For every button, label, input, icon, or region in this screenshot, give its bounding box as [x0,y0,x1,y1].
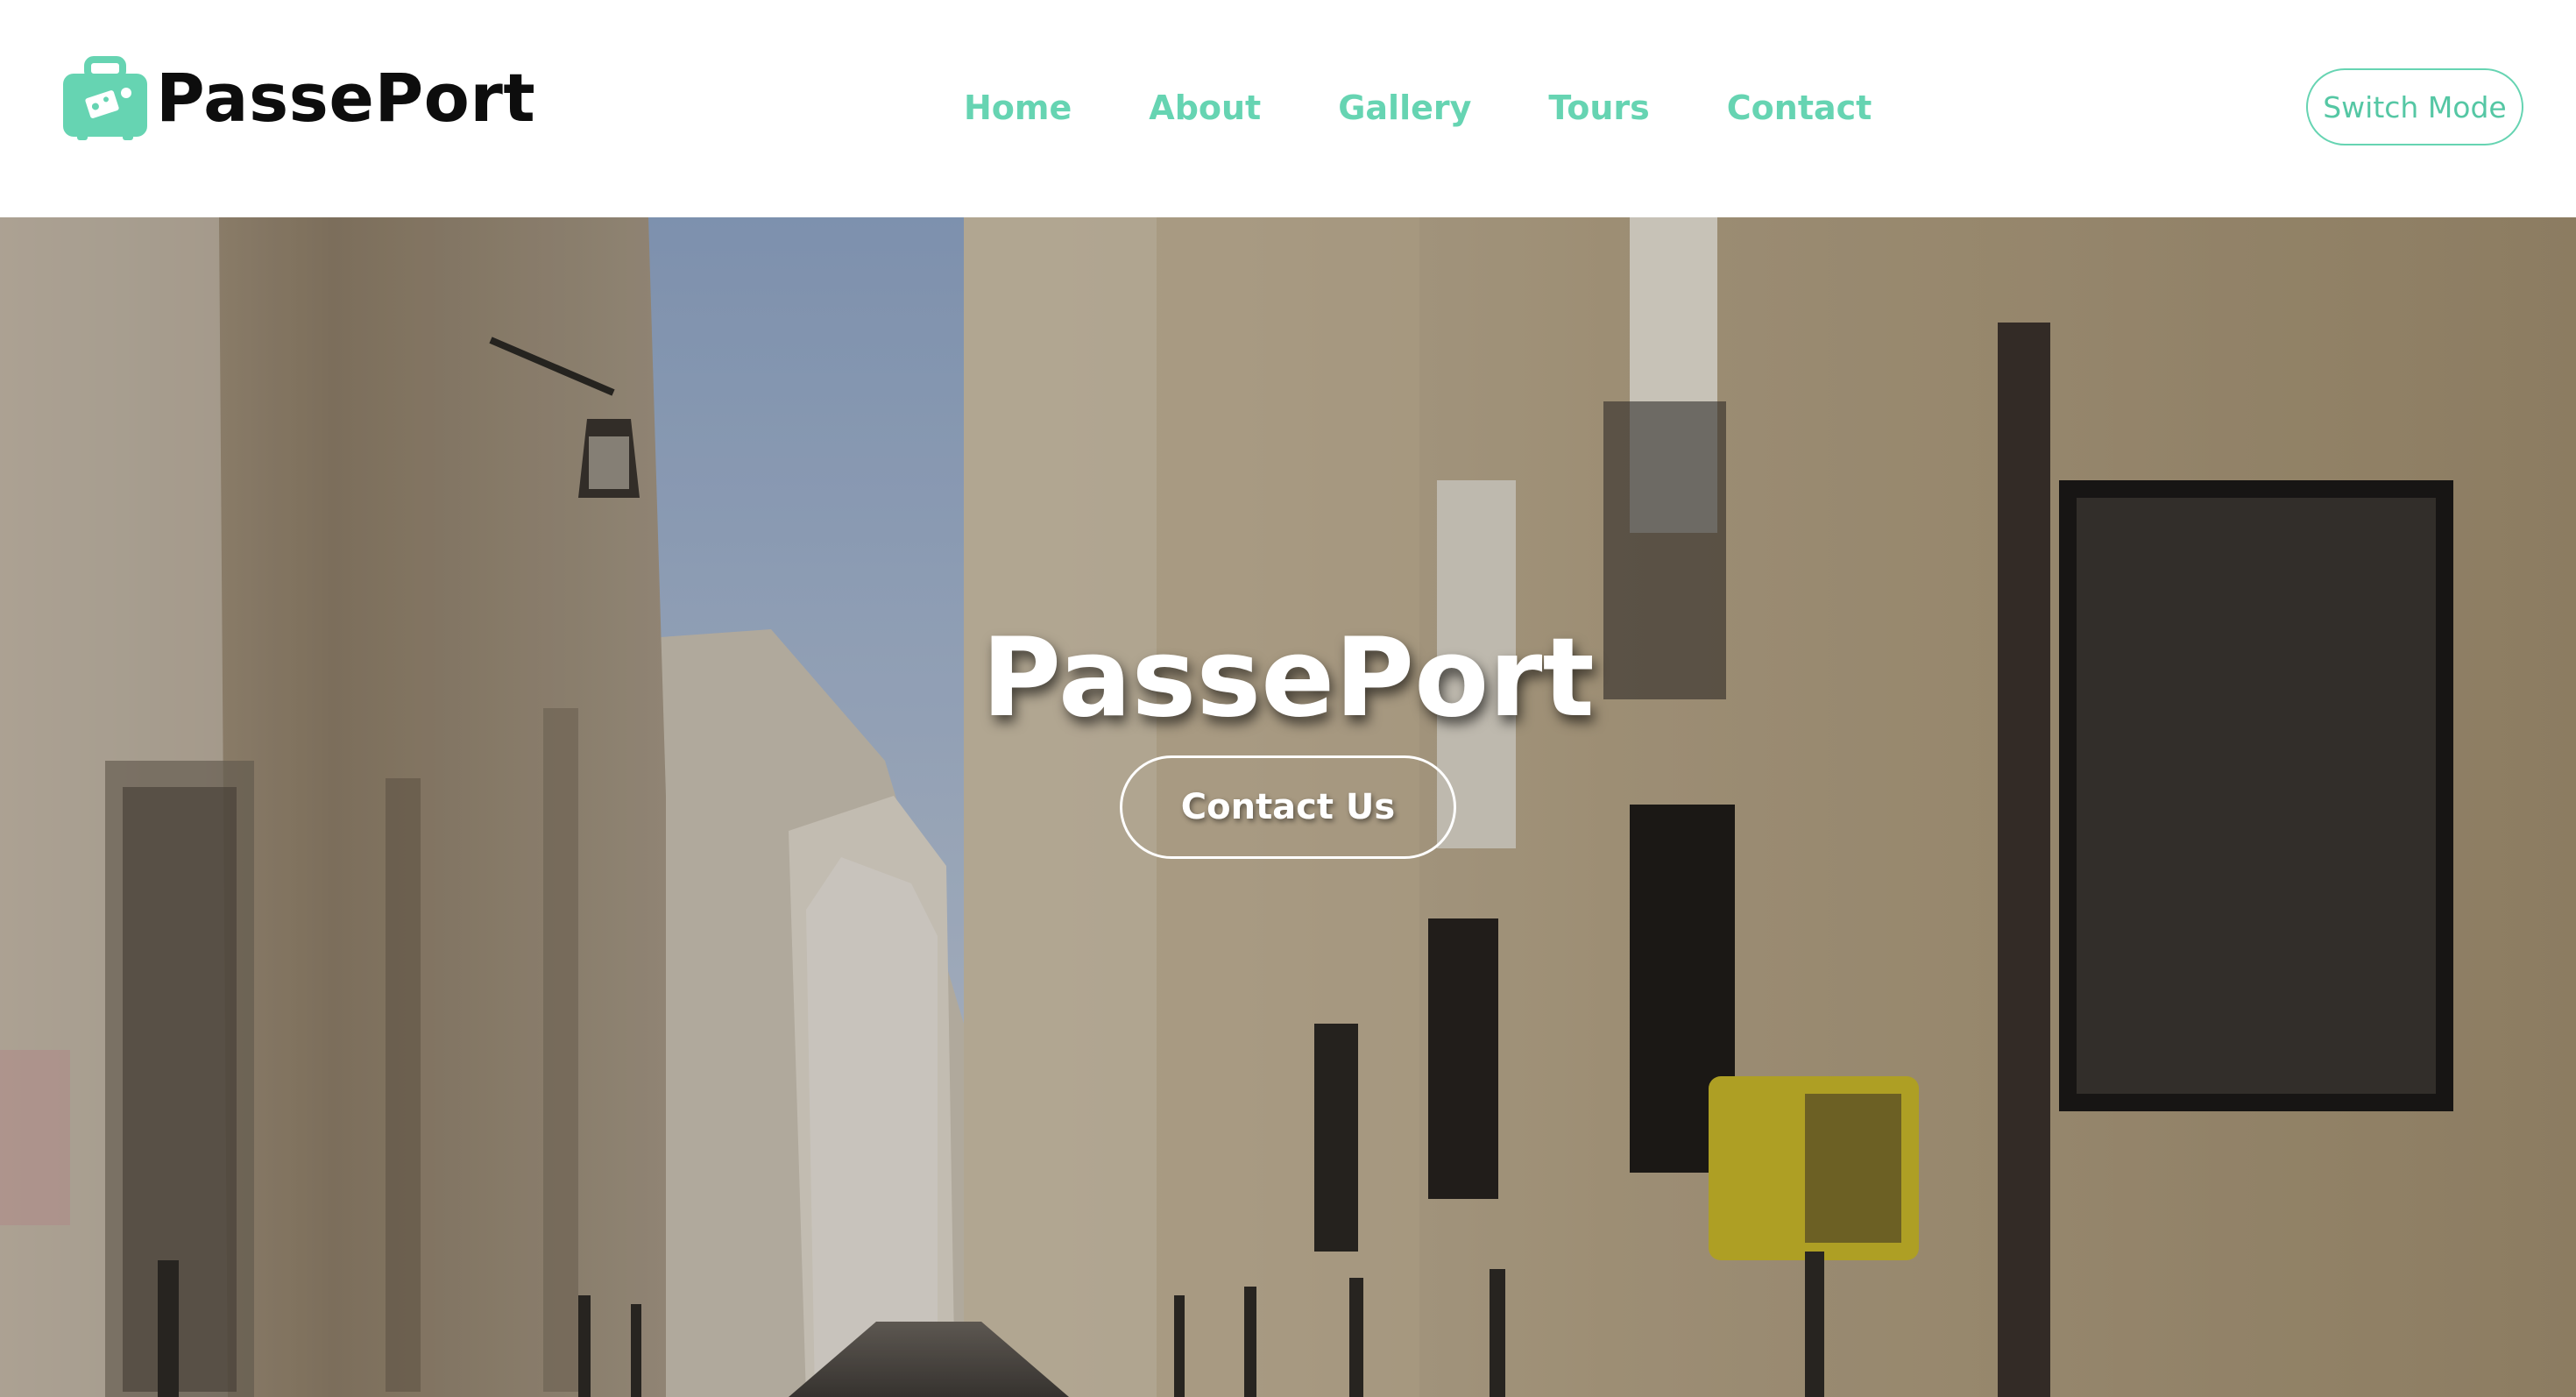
nav-tours[interactable]: Tours [1548,86,1649,130]
brand-name: PassePort [156,59,536,137]
nav-gallery[interactable]: Gallery [1338,86,1471,130]
nav-contact[interactable]: Contact [1727,86,1872,130]
brand-logo[interactable]: PassePort [61,53,535,144]
main-nav: Home About Gallery Tours Contact [964,86,1872,130]
site-header: PassePort Home About Gallery Tours Conta… [0,0,2576,217]
suitcase-icon [63,56,147,140]
hero-section: PassePort Contact Us [0,217,2576,1397]
nav-about[interactable]: About [1149,86,1261,130]
hero-title: PassePort [981,615,1595,741]
nav-home[interactable]: Home [964,86,1072,130]
contact-us-button[interactable]: Contact Us [1120,755,1456,859]
switch-mode-button[interactable]: Switch Mode [2306,68,2523,145]
